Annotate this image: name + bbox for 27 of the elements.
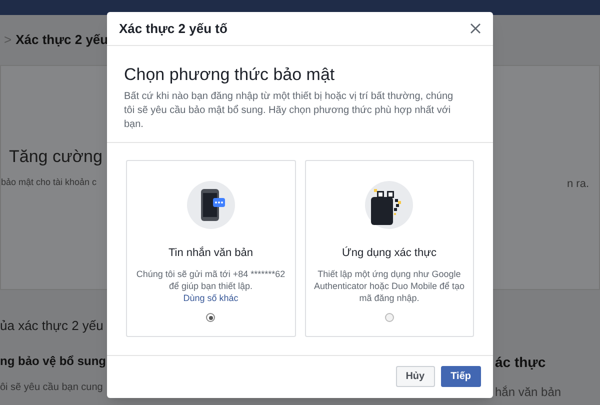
feature-text: hắn văn bản	[495, 384, 562, 401]
radio-button[interactable]	[206, 313, 216, 322]
feature-text: ôi sẽ yêu cầu bạn cung	[0, 381, 104, 395]
breadcrumb-arrow: >	[4, 31, 12, 50]
feature-heading: ác thực	[495, 353, 547, 372]
section-text: bảo mật cho tài khoản c	[1, 176, 97, 188]
next-button[interactable]: Tiếp	[440, 366, 481, 387]
dialog-description: Bất cứ khi nào bạn đăng nhập từ một thiết bị hoặc vị trí bất thường, chúng tôi sẽ yêu cầu bảo mật bổ sung. Hãy chọn phương thức phù hợp nhất với bạn.	[124, 90, 454, 132]
cancel-button[interactable]: Hủy	[396, 366, 435, 387]
method-description: Thiết lập một ứng dụng như Google Authenticator hoặc Duo Mobile để tạo mã đăng nhập.	[314, 268, 465, 304]
section-text: n ra.	[566, 176, 590, 192]
section-heading: Tăng cường	[8, 146, 104, 168]
method-description: Chúng tôi sẽ gửi mã tới +84 *******62 để giúp bạn thiết lập.	[135, 268, 286, 292]
close-icon[interactable]	[470, 23, 481, 34]
method-title: Tin nhắn văn bản	[168, 246, 254, 261]
method-title: Ứng dụng xác thực	[342, 246, 436, 261]
section-title: ủa xác thực 2 yếu	[0, 318, 104, 333]
use-other-number-link[interactable]: Dùng số khác	[183, 292, 238, 304]
dialog-title: Xác thực 2 yếu tố	[119, 20, 228, 38]
phone-qr-code-icon	[365, 181, 414, 229]
method-card[interactable]: Tin nhắn văn bản Chúng tôi sẽ gửi mã tới +84 *******62 để giúp bạn thiết lập. Dùng số khác	[126, 160, 296, 337]
dialog-heading: Chọn phương thức bảo mật	[124, 64, 336, 86]
phone-message-icon	[186, 181, 235, 229]
method-card[interactable]: Ứng dụng xác thực Thiết lập một ứng dụng như Google Authenticator hoặc Duo Mobile để tạo mã đăng nhập.	[304, 160, 474, 337]
feature-heading: ng bảo vệ bổ sung	[0, 353, 106, 370]
breadcrumb: Xác thực 2 yếu	[16, 31, 108, 50]
radio-button[interactable]	[384, 313, 394, 322]
